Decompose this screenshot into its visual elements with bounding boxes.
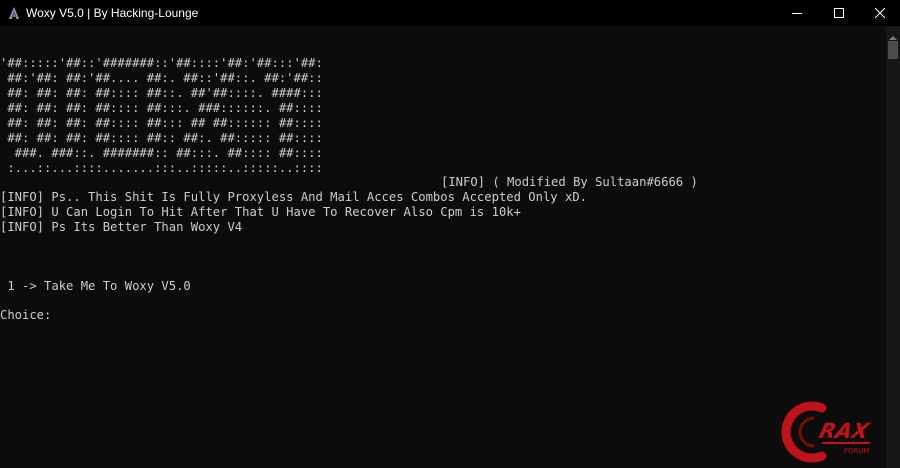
banner-line: ##: ##: ##: ##:::: ##:::. ###::::::. ##:… bbox=[0, 101, 323, 115]
window-title: Woxy V5.0 | By Hacking-Lounge bbox=[26, 6, 199, 20]
watermark-sub: FORUM bbox=[844, 447, 870, 455]
scroll-up-arrow-icon[interactable] bbox=[886, 28, 900, 40]
console-app-icon bbox=[8, 6, 20, 20]
banner-line: :...::...::::.......:::..:::::..:::::..:… bbox=[0, 161, 323, 175]
info-line: [INFO] Ps Its Better Than Woxy V4 bbox=[0, 220, 243, 234]
console-output[interactable]: '##:::::'##::'#######::'##::::'##:'##:::… bbox=[0, 26, 886, 468]
banner-line: ##:'##: ##:'##.... ##:. ##::'##::. ##:'#… bbox=[0, 71, 323, 85]
modified-by-line: [INFO] ( Modified By Sultaan#6666 ) bbox=[441, 175, 698, 189]
banner-line: ###. ###::. #######:: ##:::. ##:::: ##::… bbox=[0, 146, 323, 160]
banner-line: ##: ##: ##: ##:::: ##:: ##:. ##::::: ##:… bbox=[0, 131, 323, 145]
info-line: [INFO] U Can Login To Hit After That U H… bbox=[0, 205, 521, 219]
minimize-icon bbox=[792, 13, 802, 14]
title-bar[interactable]: Woxy V5.0 | By Hacking-Lounge bbox=[0, 0, 900, 26]
crax-logo-icon: RAX FORUM bbox=[781, 401, 873, 463]
scrollbar-thumb[interactable] bbox=[888, 41, 898, 59]
close-icon bbox=[875, 8, 885, 18]
banner-line: '##:::::'##::'#######::'##::::'##:'##:::… bbox=[0, 56, 323, 70]
banner-line: ##: ##: ##: ##:::: ##::. ##'##::::. ####… bbox=[0, 86, 323, 100]
banner-line: ##: ##: ##: ##:::: ##::: ## ##:::::: ##:… bbox=[0, 116, 323, 130]
maximize-button[interactable] bbox=[816, 0, 862, 26]
choice-prompt[interactable]: Choice: bbox=[0, 308, 51, 323]
info-line: [INFO] Ps.. This Shit Is Fully Proxyless… bbox=[0, 190, 587, 204]
watermark-brand: RAX bbox=[817, 419, 873, 444]
crax-forum-watermark: RAX FORUM bbox=[778, 398, 894, 464]
maximize-icon bbox=[834, 8, 844, 18]
minimize-button[interactable] bbox=[774, 0, 820, 26]
menu-option: 1 -> Take Me To Woxy V5.0 bbox=[0, 279, 191, 293]
close-button[interactable] bbox=[857, 0, 900, 26]
